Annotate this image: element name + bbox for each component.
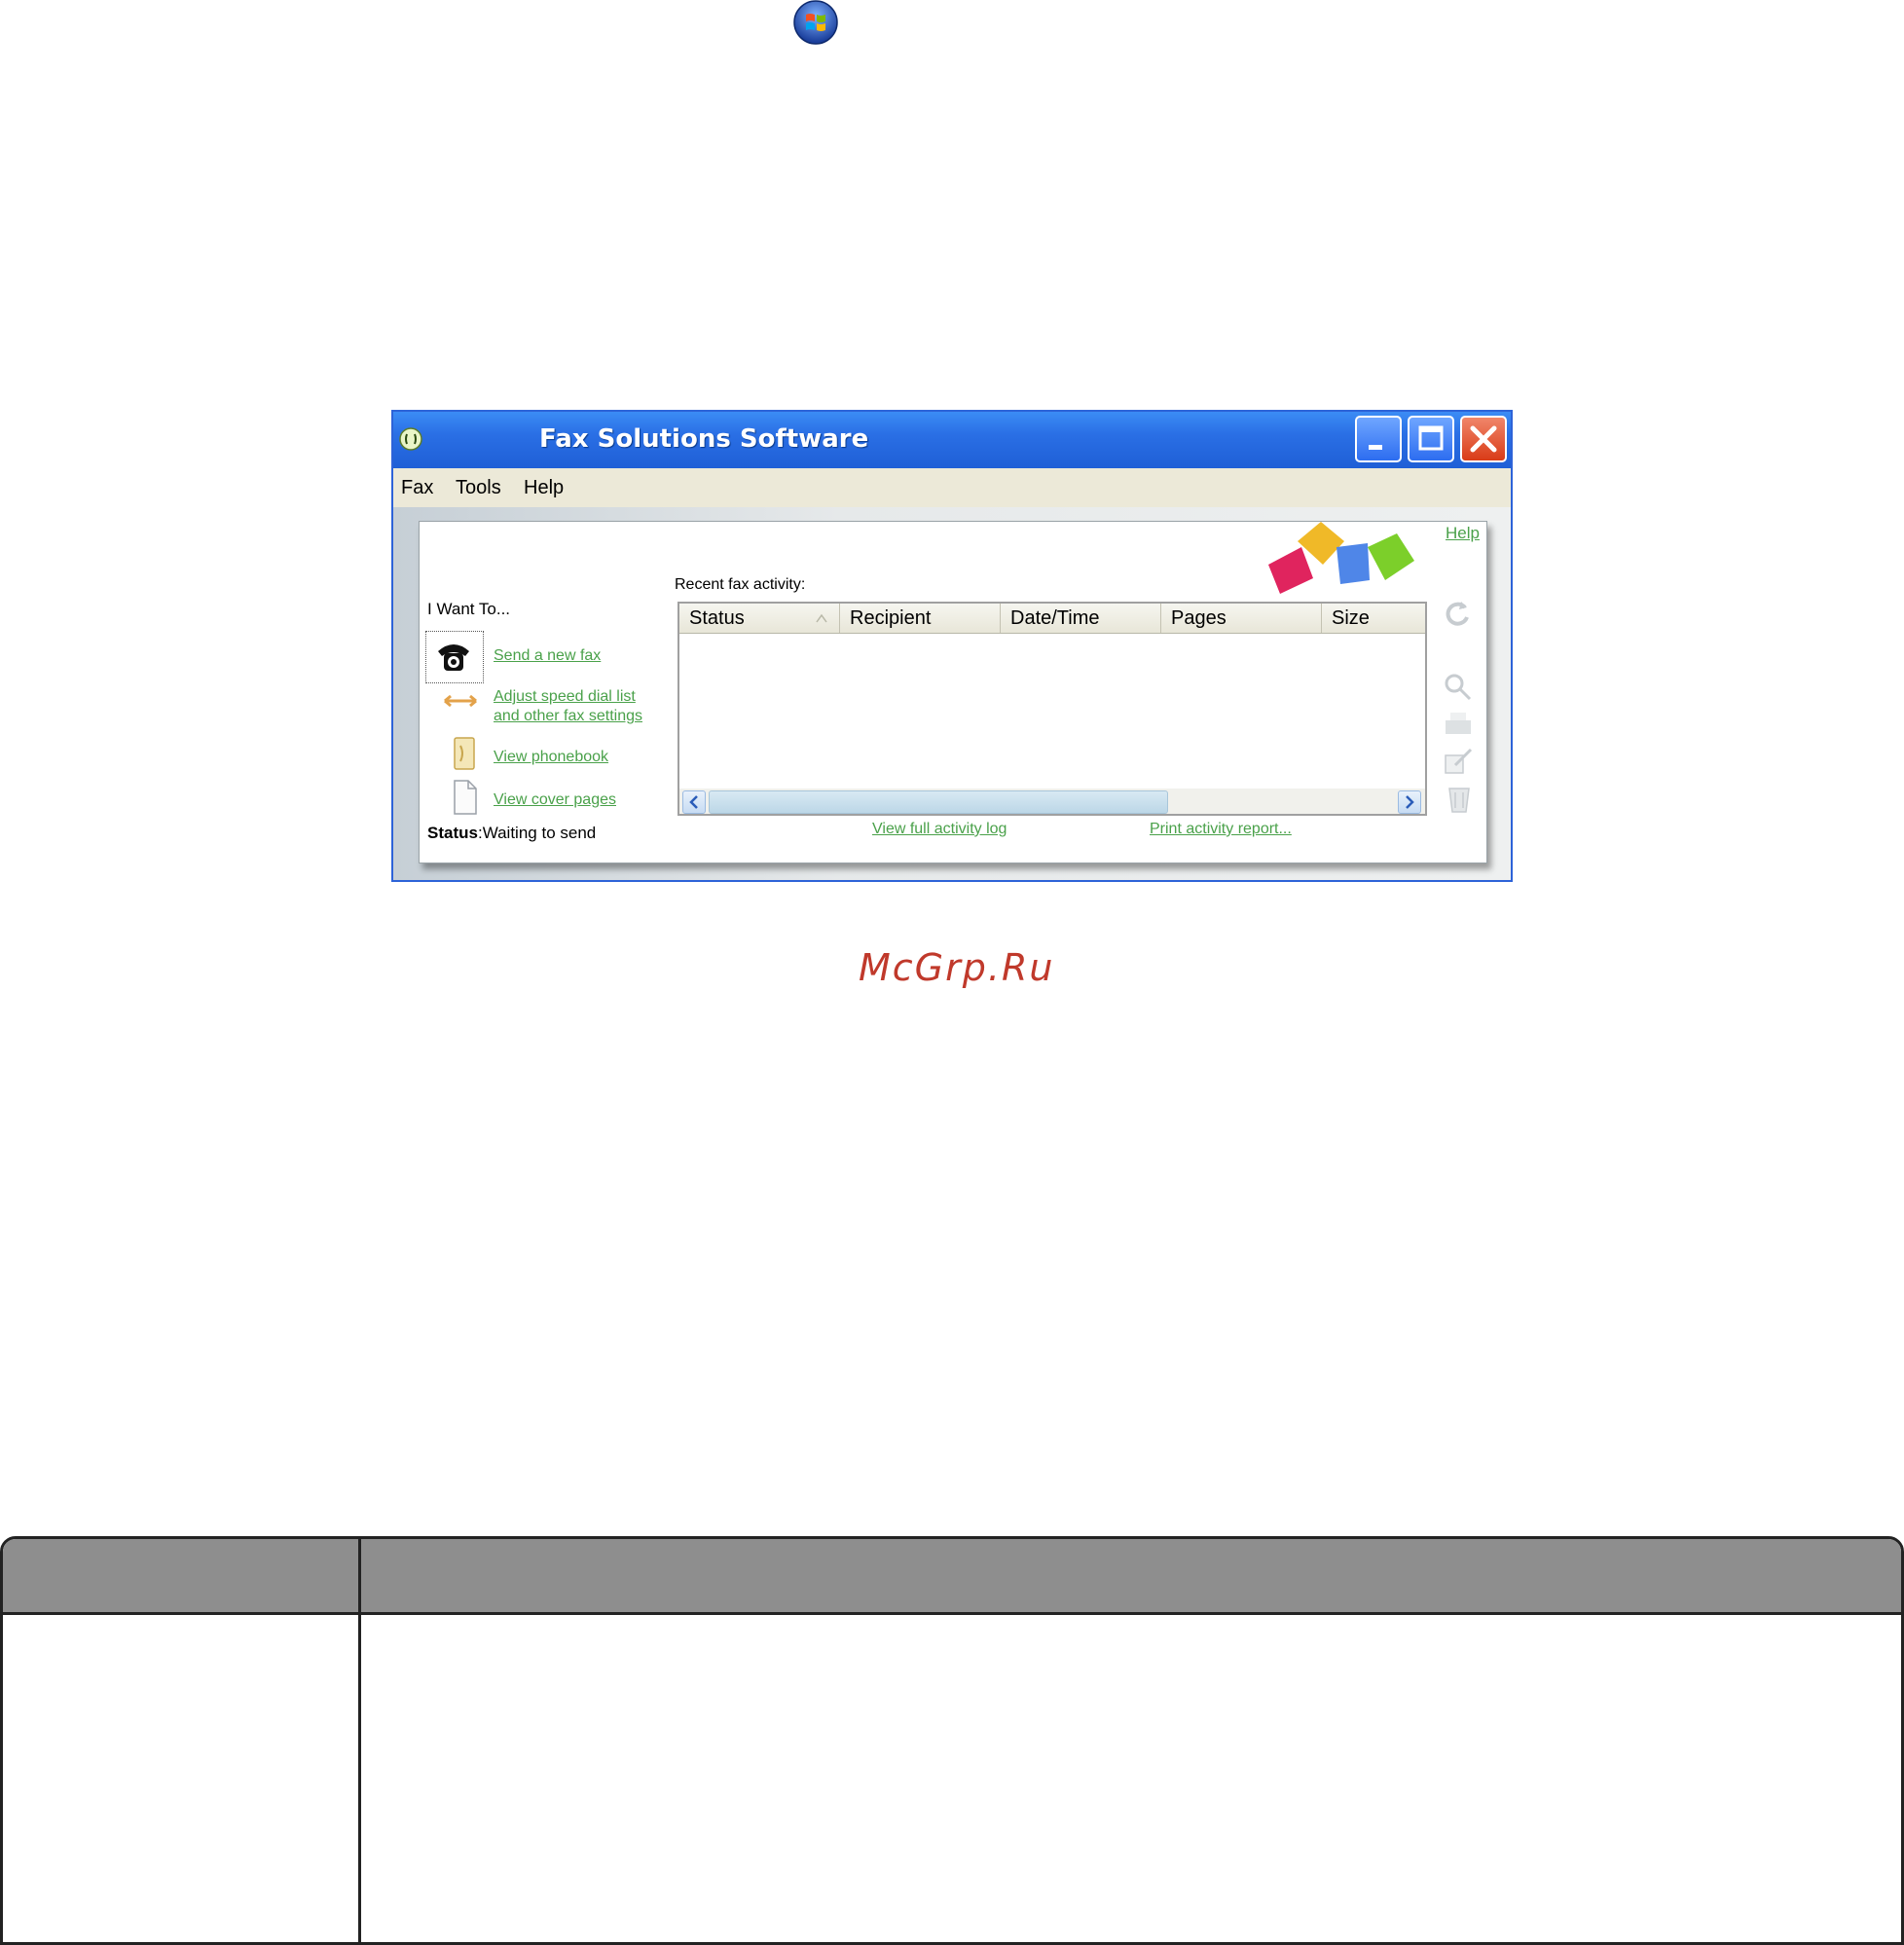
- column-header-pages[interactable]: Pages: [1161, 604, 1322, 633]
- scroll-right-button[interactable]: [1398, 790, 1421, 814]
- title-bar[interactable]: Fax Solutions Software: [393, 412, 1511, 468]
- phonebook-icon-box: [449, 736, 480, 773]
- windows-start-icon[interactable]: [793, 0, 838, 45]
- column-header-recipient[interactable]: Recipient: [840, 604, 1001, 633]
- status-label: Status: [427, 824, 478, 842]
- fax-app-icon: [399, 427, 422, 451]
- page-icon: [454, 780, 477, 815]
- maximize-icon: [1418, 425, 1444, 451]
- close-button[interactable]: [1460, 416, 1507, 462]
- view-full-activity-log-link[interactable]: View full activity log: [872, 820, 1007, 839]
- minimize-icon: [1369, 445, 1382, 450]
- phonebook-icon: [454, 737, 475, 770]
- send-fax-button[interactable]: [425, 631, 484, 683]
- document-table: [0, 1536, 1904, 1945]
- watermark-text: McGrp.Ru: [859, 946, 1055, 989]
- status-line: Status:Waiting to send: [427, 824, 596, 843]
- column-header-datetime[interactable]: Date/Time: [1001, 604, 1161, 633]
- print-activity-report-link[interactable]: Print activity report...: [1150, 820, 1292, 839]
- maximize-button[interactable]: [1408, 416, 1454, 462]
- scroll-thumb[interactable]: [709, 790, 1168, 814]
- column-header-size[interactable]: Size: [1322, 604, 1425, 633]
- sort-arrow-icon: [816, 613, 827, 623]
- window-title: Fax Solutions Software: [539, 424, 869, 454]
- chevron-right-icon: [1406, 795, 1414, 809]
- send-new-fax-link[interactable]: Send a new fax: [494, 646, 601, 666]
- chevron-left-icon: [689, 795, 698, 809]
- minimize-button[interactable]: [1355, 416, 1402, 462]
- close-icon: [1470, 425, 1497, 453]
- menu-bar: Fax Tools Help: [393, 468, 1511, 507]
- menu-fax[interactable]: Fax: [401, 474, 433, 501]
- recent-fax-activity-label: Recent fax activity:: [675, 576, 806, 593]
- speed-dial-icon-box: [441, 683, 480, 718]
- cover-page-icon-box: [449, 779, 480, 816]
- adjust-speed-dial-link-1[interactable]: Adjust speed dial list: [494, 687, 636, 707]
- document-table-column-divider: [358, 1539, 361, 1942]
- search-icon[interactable]: [1442, 672, 1477, 703]
- adjust-speed-dial-link-2[interactable]: and other fax settings: [494, 707, 642, 726]
- horizontal-scrollbar[interactable]: [679, 789, 1425, 814]
- i-want-to-heading: I Want To...: [427, 600, 511, 618]
- sticky-notes-icon: [1268, 522, 1414, 594]
- arrows-icon: [444, 694, 477, 708]
- work-area: Help I Want To... Send a new fax Adjust …: [393, 507, 1511, 880]
- menu-help[interactable]: Help: [524, 474, 564, 501]
- view-phonebook-link[interactable]: View phonebook: [494, 748, 608, 767]
- edit-icon[interactable]: [1442, 746, 1477, 777]
- view-cover-pages-link[interactable]: View cover pages: [494, 790, 616, 810]
- delete-icon[interactable]: [1442, 783, 1477, 814]
- telephone-icon: [438, 644, 469, 671]
- help-link[interactable]: Help: [1446, 524, 1480, 543]
- refresh-icon[interactable]: [1440, 598, 1475, 629]
- column-header-status[interactable]: Status: [679, 604, 840, 633]
- menu-tools[interactable]: Tools: [456, 474, 501, 501]
- fax-solutions-window: Fax Solutions Software Fax Tools Help He…: [391, 410, 1513, 882]
- status-value: :Waiting to send: [477, 824, 597, 842]
- scroll-left-button[interactable]: [682, 790, 706, 814]
- print-icon[interactable]: [1442, 709, 1477, 740]
- document-table-header: [3, 1539, 1901, 1615]
- column-header-status-label: Status: [689, 607, 745, 629]
- main-panel: Help I Want To... Send a new fax Adjust …: [419, 521, 1487, 863]
- fax-activity-table[interactable]: Status Recipient Date/Time Pages Size: [677, 602, 1427, 816]
- table-header: Status Recipient Date/Time Pages Size: [679, 604, 1425, 634]
